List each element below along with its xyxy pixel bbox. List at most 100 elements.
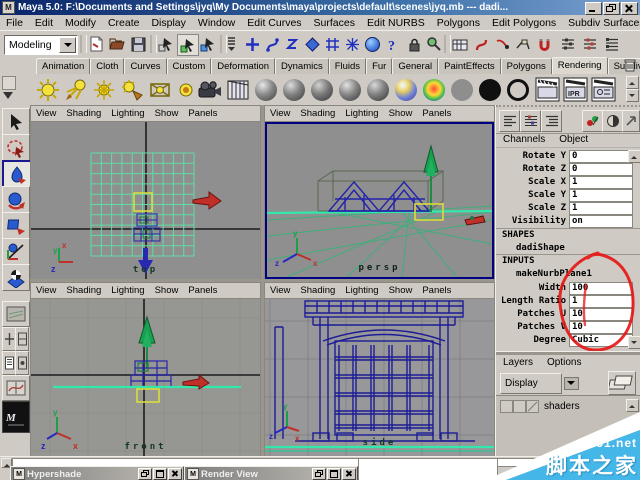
- lock-selection-button[interactable]: [404, 34, 424, 54]
- channel-value-field[interactable]: Cubic: [569, 334, 633, 347]
- maximize-button[interactable]: [153, 468, 167, 480]
- channel-scroll-up-button[interactable]: [628, 150, 640, 163]
- menu-subdiv-surfaces[interactable]: Subdiv Surfaces: [562, 17, 640, 29]
- restore-button[interactable]: [138, 468, 152, 480]
- shelf-tab-general[interactable]: General: [392, 58, 439, 74]
- chevron-down-icon[interactable]: [59, 37, 76, 53]
- vp-menu-view[interactable]: View: [31, 108, 61, 119]
- shelf-popup-button[interactable]: [2, 76, 16, 90]
- menu-display[interactable]: Display: [145, 17, 191, 29]
- new-scene-button[interactable]: [86, 34, 106, 54]
- vp-menu-shading[interactable]: Shading: [295, 285, 340, 296]
- select-tool-button[interactable]: [2, 108, 30, 135]
- channel-layout-1-button[interactable]: [499, 110, 520, 132]
- ramp-ball-button[interactable]: [420, 76, 447, 103]
- shelf-tab-curves[interactable]: Curves: [124, 58, 167, 74]
- shader-ball-phong-button[interactable]: [336, 76, 363, 103]
- layer-name[interactable]: shaders: [544, 401, 580, 412]
- channel-value-field[interactable]: 10: [569, 308, 633, 321]
- shelf-tab-polygons[interactable]: Polygons: [500, 58, 552, 74]
- shelf-tab-fur[interactable]: Fur: [366, 58, 393, 74]
- soft-mod-tool-button[interactable]: [2, 238, 30, 265]
- spot-light-button[interactable]: [118, 76, 145, 103]
- minimized-render-view-window[interactable]: M Render View: [184, 466, 358, 480]
- select-hierarchy-button[interactable]: [156, 34, 176, 54]
- shelf-tab-deformation[interactable]: Deformation: [211, 58, 276, 74]
- restore-button[interactable]: [603, 2, 620, 15]
- render-globals-button[interactable]: [590, 76, 617, 103]
- make-live-button[interactable]: [322, 34, 342, 54]
- snap-viewplane-button[interactable]: [302, 34, 322, 54]
- menu-window[interactable]: Window: [192, 17, 241, 29]
- shelf-tab-animation[interactable]: Animation: [36, 58, 91, 74]
- layout-hypergraph-button[interactable]: [2, 375, 30, 401]
- volume-light-button[interactable]: [172, 76, 199, 103]
- save-scene-button[interactable]: [128, 34, 148, 54]
- construction-history-button[interactable]: [471, 34, 491, 54]
- shelf-menu-arrow[interactable]: [3, 91, 13, 103]
- menu-edit[interactable]: Edit: [29, 17, 59, 29]
- channel-value-field[interactable]: on: [569, 215, 633, 228]
- channel-value-field[interactable]: 100: [569, 282, 633, 295]
- channel-value-field[interactable]: 10: [569, 321, 633, 334]
- show-tool-settings-button[interactable]: [580, 34, 600, 54]
- shader-ball-phonge-button[interactable]: [364, 76, 391, 103]
- curve-point-button[interactable]: [492, 34, 512, 54]
- shader-ball-blinn-button[interactable]: [280, 76, 307, 103]
- speed-control-button[interactable]: [602, 110, 623, 132]
- channel-value-field[interactable]: 0: [569, 163, 633, 176]
- snap-together-button[interactable]: [342, 34, 362, 54]
- layout-persp-outliner-button[interactable]: [15, 327, 29, 351]
- vp-menu-show[interactable]: Show: [150, 285, 184, 296]
- vp-menu-shading[interactable]: Shading: [295, 108, 340, 119]
- directional-light-button[interactable]: [62, 76, 89, 103]
- close-button[interactable]: [621, 2, 638, 15]
- lasso-tool-button[interactable]: [2, 134, 30, 161]
- select-component-button[interactable]: [198, 34, 218, 54]
- vp-menu-lighting[interactable]: Lighting: [106, 285, 149, 296]
- maya-logo-button[interactable]: M: [2, 401, 30, 433]
- snap-grid-button[interactable]: [242, 34, 262, 54]
- object-menu[interactable]: Object: [552, 134, 595, 145]
- vp-menu-view[interactable]: View: [265, 285, 295, 296]
- create-layer-button[interactable]: [607, 371, 636, 395]
- shelf-tab-dynamics[interactable]: Dynamics: [275, 58, 329, 74]
- channel-value-field[interactable]: 1: [569, 202, 633, 215]
- rotate-tool-button[interactable]: [2, 186, 30, 213]
- menu-modify[interactable]: Modify: [59, 17, 102, 29]
- input-node-name[interactable]: makeNurbPlane1: [516, 269, 592, 279]
- viewport-persp-canvas[interactable]: y z x persp: [265, 122, 494, 279]
- snap-curve-button[interactable]: [262, 34, 282, 54]
- area-light-button[interactable]: [146, 76, 173, 103]
- channel-value-field[interactable]: 0: [569, 150, 633, 163]
- ipr-render-button[interactable]: IPR: [562, 76, 589, 103]
- vp-menu-view[interactable]: View: [265, 108, 295, 119]
- input-box-button[interactable]: [450, 34, 470, 54]
- show-manipulator-tool-button[interactable]: [2, 264, 30, 291]
- select-object-button[interactable]: [177, 34, 199, 56]
- vp-menu-show[interactable]: Show: [384, 285, 418, 296]
- layer-scroll-up-button[interactable]: [626, 399, 639, 412]
- menu-edit-polygons[interactable]: Edit Polygons: [486, 17, 562, 29]
- layout-single-pane-button[interactable]: [2, 301, 30, 327]
- vp-menu-panels[interactable]: Panels: [183, 285, 222, 296]
- vp-menu-shading[interactable]: Shading: [61, 285, 106, 296]
- snap-point-button[interactable]: [282, 34, 302, 54]
- minimized-hypershade-window[interactable]: M Hypershade: [10, 466, 184, 480]
- layer-mode-selector[interactable]: Display: [500, 373, 562, 394]
- title-bar[interactable]: M Maya 5.0: F:\Documents and Settings\jy…: [0, 0, 640, 15]
- shelf-tab-painteffects[interactable]: PaintEffects: [438, 58, 501, 74]
- channel-value-field[interactable]: 1: [569, 295, 633, 308]
- highlight-selection-button[interactable]: [424, 34, 444, 54]
- flat-shader-button[interactable]: [448, 76, 475, 103]
- shelf-tab-custom[interactable]: Custom: [166, 58, 212, 74]
- open-scene-button[interactable]: [107, 34, 127, 54]
- show-channel-box-button[interactable]: [602, 34, 622, 54]
- scale-tool-button[interactable]: [2, 212, 30, 239]
- point-light-button[interactable]: [90, 76, 117, 103]
- manipulator-display-button[interactable]: [582, 110, 603, 132]
- menu-edit-curves[interactable]: Edit Curves: [241, 17, 307, 29]
- shader-ball-anisotropic-button[interactable]: [252, 76, 279, 103]
- menu-create[interactable]: Create: [102, 17, 146, 29]
- paint-effects-shelf-button[interactable]: [224, 76, 251, 103]
